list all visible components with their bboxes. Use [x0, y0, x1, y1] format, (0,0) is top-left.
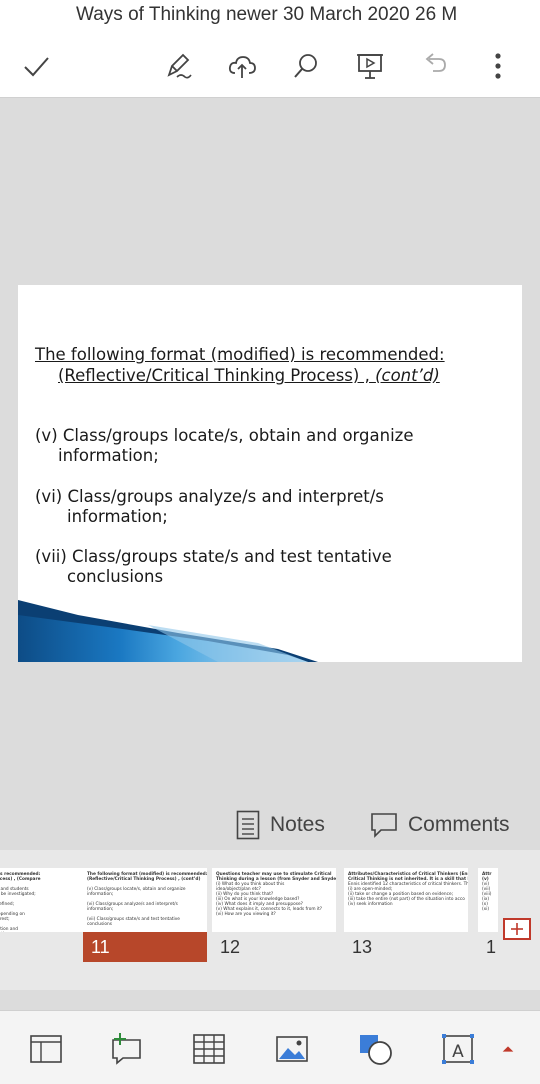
notes-comments-bar: Notes Comments: [0, 800, 540, 850]
slide-heading-contd: (cont’d): [375, 366, 440, 385]
insert-table-button[interactable]: [189, 1029, 229, 1069]
thumbnail-number: 11: [83, 932, 207, 962]
slide-canvas[interactable]: The following format (modified) is recom…: [18, 285, 522, 662]
add-slide-button[interactable]: [503, 918, 531, 940]
insert-picture-button[interactable]: [272, 1029, 312, 1069]
new-comment-button[interactable]: [106, 1029, 146, 1069]
thumbnail-number: 12: [220, 937, 241, 957]
shapes-icon: [360, 1035, 392, 1065]
cloud-upload-icon: [228, 56, 256, 78]
thumbnail-text-line: (iv) seek information: [348, 902, 393, 907]
slide-item-v-line1: (v) Class/groups locate/s, obtain and or…: [35, 426, 414, 445]
textbox-icon: A: [442, 1034, 474, 1064]
bottom-toolbar: A: [0, 1010, 540, 1084]
search-icon: [294, 54, 317, 78]
notes-icon: [236, 810, 260, 840]
save-cloud-button[interactable]: [222, 46, 262, 86]
slide-item-vii-line2: conclusions: [67, 567, 164, 586]
thumbnail-text-line: (xi): [482, 907, 490, 912]
slide-item-vi-line1: (vi) Class/groups analyze/s and interpre…: [35, 487, 384, 506]
slide-decoration-swoosh: [18, 600, 318, 662]
comment-icon: [371, 813, 397, 838]
more-icon: [495, 53, 501, 79]
layout-icon: [30, 1035, 62, 1063]
slide-thumbnail[interactable]: Questions teacher may use to stimulate C…: [212, 868, 336, 932]
thumbnail-text-line: a problem to be investigated;: [0, 892, 36, 897]
layout-button[interactable]: [26, 1029, 66, 1069]
thumbnail-number: 1: [486, 937, 497, 957]
thumbnail-number: 13: [352, 937, 373, 957]
slide-heading-process: (Reflective/Critical Thinking Process) ,: [58, 366, 376, 385]
comments-label: Comments: [408, 813, 510, 836]
new-comment-icon: [112, 1033, 141, 1065]
plus-icon: [511, 923, 523, 935]
notes-button[interactable]: Notes: [236, 808, 325, 842]
slide-thumbnail-strip[interactable]: (modified) is recommended:hinking Proces…: [0, 850, 540, 990]
undo-button[interactable]: [414, 46, 454, 86]
check-icon: [24, 57, 49, 77]
slide-thumbnail[interactable]: Attributes/Characteristics of Critical T…: [344, 868, 468, 932]
thumbnail-text-line: stated and defined;: [0, 902, 15, 907]
thumbnail-text-line: information;: [87, 907, 114, 912]
picture-icon: [276, 1036, 308, 1062]
collapse-arrow-icon: [502, 1046, 514, 1052]
title-bar: Ways of Thinking newer 30 March 2020 26 …: [0, 0, 540, 34]
insert-shapes-button[interactable]: [355, 1029, 395, 1069]
svg-text:A: A: [452, 1042, 464, 1062]
search-button[interactable]: [286, 46, 326, 86]
comments-button[interactable]: Comments: [370, 808, 510, 842]
thumbnail-text-line: (Reflective/Critical Thinking Process) ,…: [87, 877, 201, 882]
thumbnail-text-line: hinking Process) , (Compare: [0, 877, 41, 882]
done-button[interactable]: [16, 46, 56, 86]
slide-thumbnail[interactable]: (modified) is recommended:hinking Proces…: [0, 868, 92, 932]
slide-heading-line1: The following format (modified) is recom…: [35, 345, 445, 364]
present-icon: [357, 54, 383, 79]
ink-button[interactable]: [158, 46, 198, 86]
slide-item-v-line2: information;: [58, 446, 159, 465]
slide-item-vi-line2: information;: [67, 507, 168, 526]
undo-icon: [425, 53, 446, 72]
thumbnail-text-line: conclusions: [87, 922, 113, 927]
slide-item-vii-line1: (vii) Class/groups state/s and test tent…: [35, 547, 392, 566]
pen-icon: [167, 53, 192, 79]
thumbnail-text-line: or group interest;: [0, 917, 10, 922]
document-title: Ways of Thinking newer 30 March 2020 26 …: [76, 4, 458, 25]
insert-textbox-button[interactable]: A: [438, 1029, 478, 1069]
slide-thumbnail[interactable]: Attr (v) (vi) (vii) (viii) (ix) (x) (xi): [478, 868, 498, 932]
thumbnail-text-line: information;: [87, 892, 114, 897]
expand-toolbar-button[interactable]: [496, 1029, 520, 1069]
top-toolbar: [0, 34, 540, 98]
slide-heading-line2: (Reflective/Critical Thinking Process) ,…: [58, 366, 440, 385]
present-button[interactable]: [350, 46, 390, 86]
notes-label: Notes: [270, 813, 325, 836]
table-icon: [193, 1034, 225, 1064]
slide-thumbnail[interactable]: The following format (modified) is recom…: [83, 868, 207, 932]
more-options-button[interactable]: [478, 46, 518, 86]
thumbnail-text-line: (vi) How are you viewing it?: [216, 912, 276, 917]
